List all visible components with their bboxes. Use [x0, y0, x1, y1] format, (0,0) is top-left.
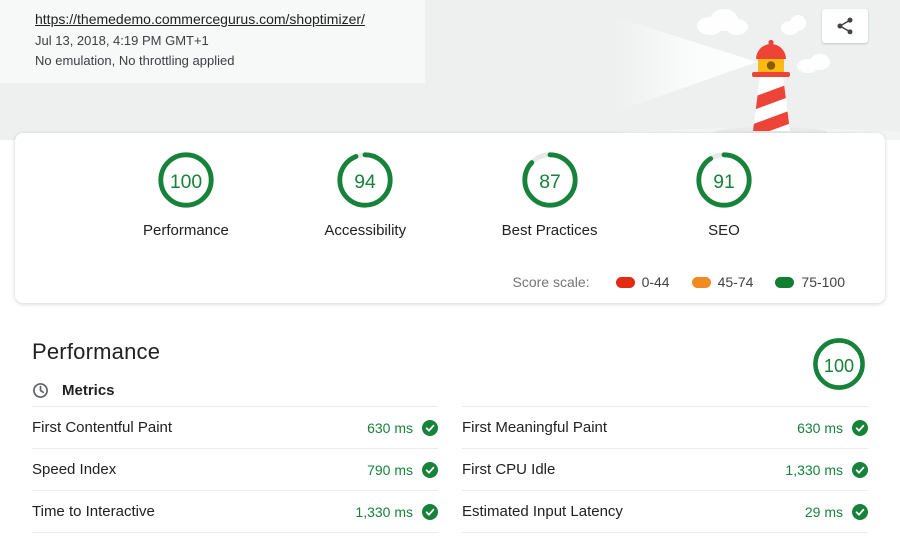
- metric-row: First Meaningful Paint 630 ms: [462, 407, 868, 449]
- check-circle-icon: [852, 462, 868, 478]
- gauge-ring: 91: [693, 149, 755, 211]
- scores-card: 100 Performance 94 Accessibility 87 Best…: [15, 133, 885, 303]
- lighthouse-icon: [748, 40, 794, 139]
- check-circle-icon: [422, 420, 438, 436]
- scale-range: 45-74: [692, 274, 754, 290]
- metric-label: Estimated Input Latency: [462, 503, 623, 520]
- report-banner: https://themedemo.commercegurus.com/shop…: [0, 0, 900, 140]
- score-gauge-label: Accessibility: [324, 222, 406, 239]
- light-beam: [612, 16, 757, 113]
- metric-label: First Meaningful Paint: [462, 419, 607, 436]
- score-gauge-seo[interactable]: 91 SEO: [693, 149, 755, 239]
- metric-value: 1,330 ms: [355, 504, 413, 520]
- scale-pill-icon: [775, 277, 794, 288]
- score-scale: Score scale: 0-44 45-74 75-100: [513, 274, 845, 290]
- metric-row: First Contentful Paint 630 ms: [32, 407, 438, 449]
- report-url[interactable]: https://themedemo.commercegurus.com/shop…: [35, 11, 365, 27]
- svg-text:100: 100: [824, 356, 854, 376]
- metric-value: 630 ms: [367, 420, 413, 436]
- share-icon: [835, 16, 855, 36]
- metric-row: Speed Index 790 ms: [32, 449, 438, 491]
- gauge-ring: 100: [155, 149, 217, 211]
- score-gauges: 100 Performance 94 Accessibility 87 Best…: [15, 133, 885, 239]
- metric-label: First Contentful Paint: [32, 419, 172, 436]
- score-gauge-performance[interactable]: 100 Performance: [143, 149, 229, 239]
- metric-label: Speed Index: [32, 461, 116, 478]
- metrics-column-right: First Meaningful Paint 630 ms First CPU I…: [462, 406, 868, 533]
- cloud-icon: [697, 9, 830, 73]
- timer-icon: [32, 382, 49, 399]
- performance-section: Performance 100 Metrics First Contentful…: [0, 335, 900, 533]
- score-gauge-accessibility[interactable]: 94 Accessibility: [324, 149, 406, 239]
- metric-label: First CPU Idle: [462, 461, 555, 478]
- report-metadata: https://themedemo.commercegurus.com/shop…: [0, 0, 425, 83]
- score-gauge-label: Performance: [143, 222, 229, 239]
- scale-range-label: 0-44: [642, 274, 670, 290]
- metric-row: First CPU Idle 1,330 ms: [462, 449, 868, 491]
- svg-text:91: 91: [713, 171, 735, 193]
- metric-value: 1,330 ms: [785, 462, 843, 478]
- scale-pill-icon: [692, 277, 711, 288]
- svg-text:94: 94: [354, 171, 376, 193]
- metric-row: Estimated Input Latency 29 ms: [462, 491, 868, 533]
- check-circle-icon: [852, 504, 868, 520]
- report-emulation: No emulation, No throttling applied: [35, 53, 405, 68]
- metrics-grid: First Contentful Paint 630 ms Speed Index…: [32, 406, 868, 533]
- performance-score-gauge: 100: [810, 335, 868, 398]
- metric-value: 29 ms: [805, 504, 843, 520]
- metric-value: 630 ms: [797, 420, 843, 436]
- score-gauge-best-practices[interactable]: 87 Best Practices: [502, 149, 598, 239]
- score-scale-ranges: 0-44 45-74 75-100: [616, 274, 845, 290]
- metric-row: Time to Interactive 1,330 ms: [32, 491, 438, 533]
- scale-range-label: 45-74: [718, 274, 754, 290]
- score-gauge-label: Best Practices: [502, 222, 598, 239]
- scale-range: 0-44: [616, 274, 670, 290]
- share-button[interactable]: [822, 9, 868, 43]
- metric-label: Time to Interactive: [32, 503, 155, 520]
- svg-text:100: 100: [170, 171, 203, 193]
- metrics-header-label: Metrics: [62, 382, 115, 399]
- gauge-ring: 94: [334, 149, 396, 211]
- gauge-ring: 87: [519, 149, 581, 211]
- scale-range-label: 75-100: [801, 274, 845, 290]
- performance-title: Performance: [32, 339, 160, 365]
- check-circle-icon: [422, 504, 438, 520]
- check-circle-icon: [422, 462, 438, 478]
- metrics-column-left: First Contentful Paint 630 ms Speed Index…: [32, 406, 438, 533]
- scale-pill-icon: [616, 277, 635, 288]
- scale-range: 75-100: [775, 274, 845, 290]
- check-circle-icon: [852, 420, 868, 436]
- gauge-ring: 100: [810, 335, 868, 393]
- metric-value: 790 ms: [367, 462, 413, 478]
- score-scale-label: Score scale:: [513, 274, 590, 290]
- report-timestamp: Jul 13, 2018, 4:19 PM GMT+1: [35, 33, 405, 48]
- svg-text:87: 87: [539, 171, 561, 193]
- metrics-header: Metrics: [32, 382, 868, 399]
- score-gauge-label: SEO: [708, 222, 740, 239]
